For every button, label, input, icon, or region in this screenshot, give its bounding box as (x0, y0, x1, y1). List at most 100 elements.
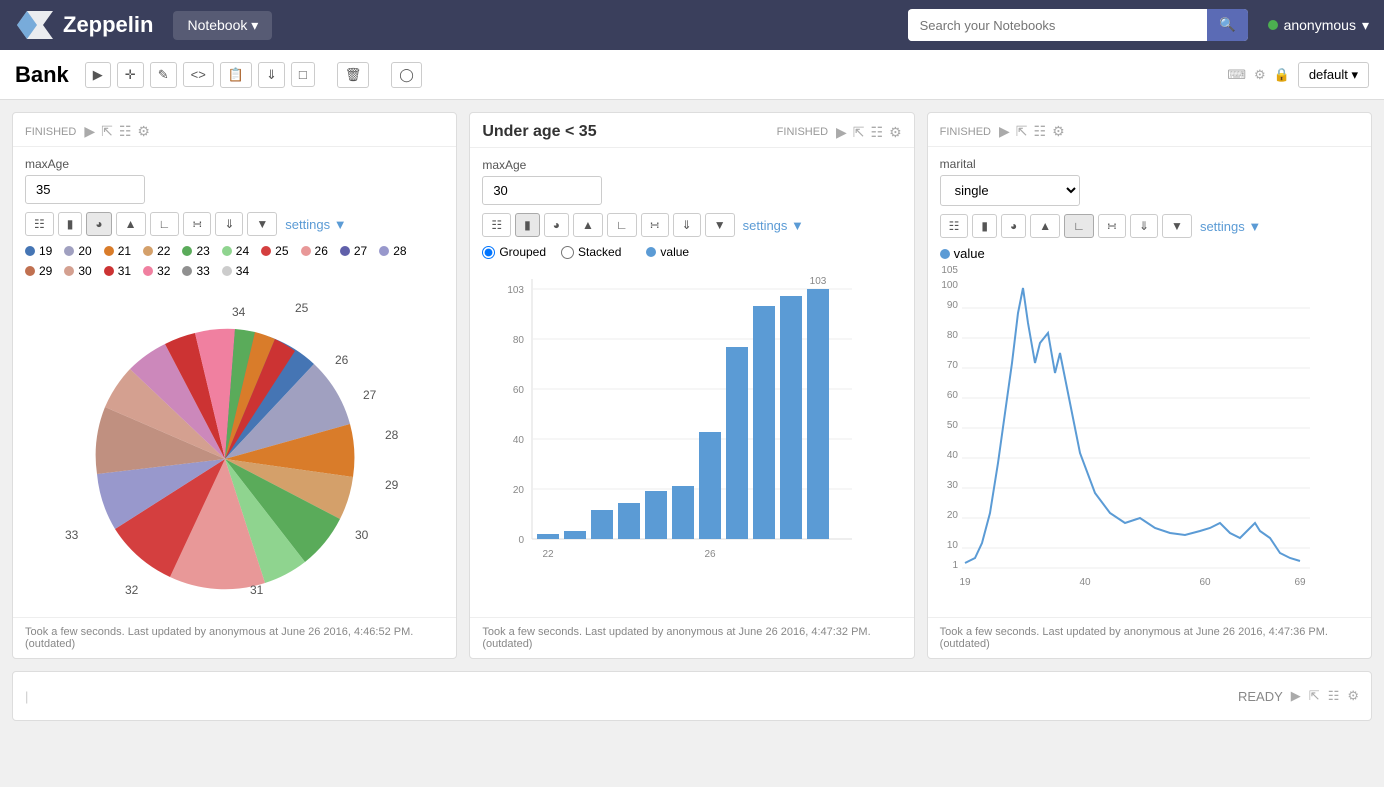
svg-text:0: 0 (519, 535, 525, 546)
panel-bar-footer: Took a few seconds. Last updated by anon… (470, 617, 913, 658)
search-button[interactable]: 🔍 (1207, 9, 1248, 41)
download-btn-2[interactable]: ⇓ (673, 213, 701, 237)
table-btn-3[interactable]: ☷ (940, 214, 969, 238)
line-path (965, 288, 1300, 563)
bar-btn-1[interactable]: ▮ (58, 212, 83, 236)
panel-pie-status: FINISHED (25, 126, 76, 138)
legend-item-30: 30 (64, 264, 91, 278)
line-btn-2[interactable]: ∟ (607, 213, 637, 237)
gear-icon-2[interactable]: ⚙ (889, 124, 902, 141)
legend-dot-21 (104, 246, 114, 256)
bar-btn-2[interactable]: ▮ (515, 213, 540, 237)
expand-icon[interactable]: ⇱ (101, 123, 113, 140)
expand-icon-3[interactable]: ⇱ (1016, 123, 1028, 140)
settings-btn-3[interactable]: settings ▼ (1200, 219, 1261, 234)
download-btn-1[interactable]: ⇓ (215, 212, 243, 236)
svg-text:26: 26 (705, 549, 717, 560)
legend-label-25: 25 (275, 244, 288, 258)
run-icon[interactable]: ▶ (84, 123, 95, 140)
line-btn-3[interactable]: ∟ (1064, 214, 1094, 238)
table-icon-2[interactable]: ☷ (871, 124, 884, 141)
param-input-2[interactable] (482, 176, 602, 205)
more-btn-3[interactable]: ▼ (1162, 214, 1192, 238)
settings-icon[interactable]: ⚙ (1254, 67, 1266, 83)
code-button[interactable]: <> (183, 62, 214, 87)
table-icon-3[interactable]: ☷ (1034, 123, 1047, 140)
legend-item-24: 24 (222, 244, 249, 258)
panel-line: FINISHED ▶ ⇱ ☷ ⚙ marital single married … (927, 112, 1372, 659)
bottom-run-icon[interactable]: ▶ (1291, 688, 1301, 704)
run-icon-3[interactable]: ▶ (999, 123, 1010, 140)
keyboard-icon: ⌨ (1227, 67, 1246, 83)
param-label-3: marital (940, 157, 1359, 171)
panel-line-header: FINISHED ▶ ⇱ ☷ ⚙ (928, 113, 1371, 147)
pie-label-31: 31 (250, 583, 264, 597)
panel-pie: FINISHED ▶ ⇱ ☷ ⚙ maxAge ☷ ▮ ◕ ▲ ∟ ∺ ⇓ ▼ … (12, 112, 457, 659)
table-btn-1[interactable]: ☷ (25, 212, 54, 236)
edit-button[interactable]: ✎ (150, 62, 177, 88)
bar-btn-3[interactable]: ▮ (972, 214, 997, 238)
panel-line-status: FINISHED (940, 126, 991, 138)
pie-btn-2[interactable]: ◕ (544, 213, 569, 237)
page-title: Bank (15, 62, 69, 88)
table-icon[interactable]: ☷ (119, 123, 132, 140)
bottom-expand-icon[interactable]: ⇱ (1309, 688, 1320, 704)
stacked-label: Stacked (578, 245, 621, 259)
svg-text:105: 105 (941, 265, 958, 276)
table-btn-2[interactable]: ☷ (482, 213, 511, 237)
settings-btn-2[interactable]: settings ▼ (743, 218, 804, 233)
download-button[interactable]: ⇓ (258, 62, 285, 88)
bottom-table-icon[interactable]: ☷ (1328, 688, 1340, 704)
user-dropdown-icon[interactable]: ▾ (1362, 17, 1369, 34)
bar-1 (564, 531, 586, 539)
legend-item-33: 33 (182, 264, 209, 278)
more-btn-1[interactable]: ▼ (247, 212, 277, 236)
delete-button[interactable]: 🗑 (337, 62, 370, 88)
grouped-radio-input[interactable] (482, 246, 495, 259)
gear-icon-3[interactable]: ⚙ (1052, 123, 1065, 140)
history-button[interactable]: ◯ (391, 62, 422, 88)
pie-btn-1[interactable]: ◕ (86, 212, 111, 236)
panel-bar: Under age < 35 FINISHED ▶ ⇱ ☷ ⚙ maxAge ☷… (469, 112, 914, 659)
stacked-radio-input[interactable] (561, 246, 574, 259)
download-btn-3[interactable]: ⇓ (1130, 214, 1158, 238)
area-btn-2[interactable]: ▲ (573, 213, 603, 237)
gear-icon[interactable]: ⚙ (137, 123, 150, 140)
area-btn-3[interactable]: ▲ (1030, 214, 1060, 238)
copy-button[interactable]: 📋 (220, 62, 252, 88)
legend-dot-24 (222, 246, 232, 256)
param-select-3[interactable]: single married divorced (940, 175, 1080, 206)
scatter-btn-2[interactable]: ∺ (641, 213, 669, 237)
search-input[interactable] (908, 10, 1207, 41)
scatter-btn-1[interactable]: ∺ (183, 212, 211, 236)
panel-pie-footer: Took a few seconds. Last updated by anon… (13, 617, 456, 658)
run-button[interactable]: ▶ (85, 62, 111, 88)
notebook-menu-button[interactable]: Notebook ▾ (173, 11, 272, 40)
pie-btn-3[interactable]: ◕ (1001, 214, 1026, 238)
lock-icon[interactable]: 🔒 (1274, 67, 1290, 83)
run-all-button[interactable]: ✛ (117, 62, 144, 88)
legend-item-34: 34 (222, 264, 249, 278)
param-input-1[interactable] (25, 175, 145, 204)
legend-item-22: 22 (143, 244, 170, 258)
area-btn-1[interactable]: ▲ (116, 212, 146, 236)
panel-pie-icons: ▶ ⇱ ☷ ⚙ (84, 123, 150, 140)
default-button[interactable]: default ▾ (1298, 62, 1369, 88)
svg-text:40: 40 (513, 435, 525, 446)
grouped-radio[interactable]: Grouped (482, 245, 546, 259)
run-icon-2[interactable]: ▶ (836, 124, 847, 141)
line-value-legend: value (940, 246, 1359, 261)
bottom-gear-icon[interactable]: ⚙ (1347, 688, 1359, 704)
stacked-radio[interactable]: Stacked (561, 245, 621, 259)
legend-dot-34 (222, 266, 232, 276)
pie-label-27: 27 (363, 388, 377, 402)
expand-icon-2[interactable]: ⇱ (853, 124, 865, 141)
legend-label-32: 32 (157, 264, 170, 278)
legend-item-26: 26 (301, 244, 328, 258)
line-btn-1[interactable]: ∟ (150, 212, 180, 236)
share-button[interactable]: □ (291, 62, 315, 87)
chart-toolbar-2: ☷ ▮ ◕ ▲ ∟ ∺ ⇓ ▼ settings ▼ (482, 213, 901, 237)
settings-btn-1[interactable]: settings ▼ (285, 217, 346, 232)
scatter-btn-3[interactable]: ∺ (1098, 214, 1126, 238)
more-btn-2[interactable]: ▼ (705, 213, 735, 237)
